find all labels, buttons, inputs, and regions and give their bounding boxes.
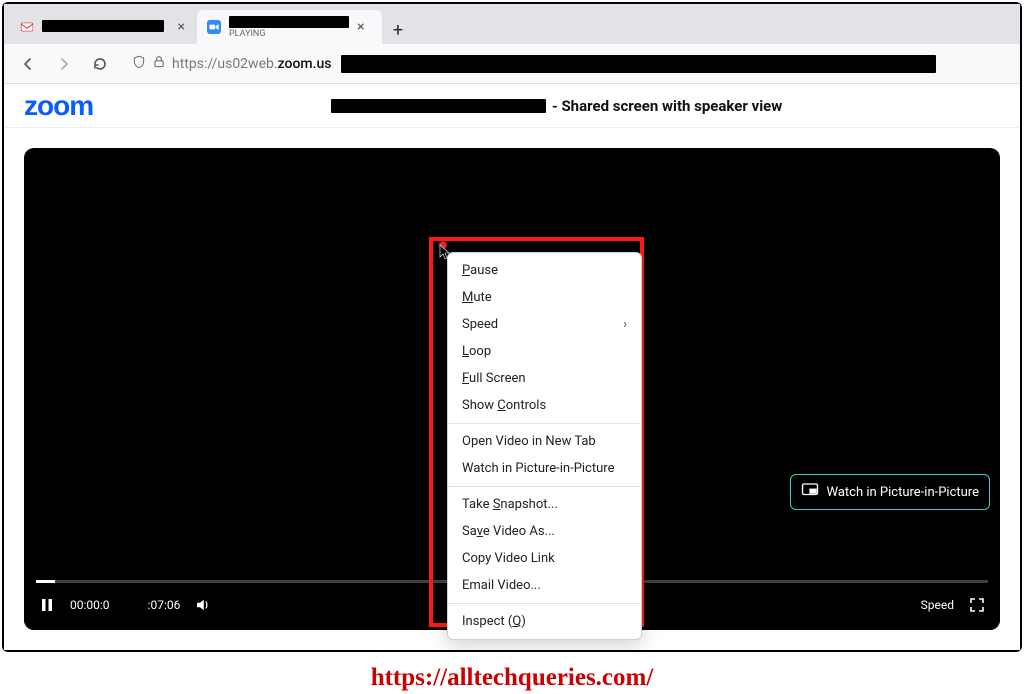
browser-frame: × PLAYING × + https://us02web.zoom.us [2, 2, 1022, 652]
tab-2-label: PLAYING [229, 16, 349, 39]
context-menu-item-inspect-q[interactable]: Inspect (Q) [448, 608, 641, 635]
context-menu-item-watch-in-picture-in-picture[interactable]: Watch in Picture-in-Picture [448, 455, 641, 482]
context-menu-item-save-video-as[interactable]: Save Video As... [448, 518, 641, 545]
tab-2-sublabel: PLAYING [229, 29, 349, 39]
pip-chip[interactable]: Watch in Picture-in-Picture [790, 474, 990, 510]
context-menu-item-show-controls[interactable]: Show Controls [448, 392, 641, 419]
tab-1-label [42, 20, 170, 35]
pause-button[interactable] [36, 594, 58, 616]
zoom-logo: zoom [24, 90, 93, 122]
page-title-suffix: - Shared screen with speaker view [552, 97, 782, 115]
redacted-text [111, 599, 125, 609]
speed-button[interactable]: Speed [921, 598, 954, 612]
tab-strip: × PLAYING × + [4, 4, 1020, 44]
watermark: https://alltechqueries.com/ [371, 664, 654, 692]
context-menu-item-copy-video-link[interactable]: Copy Video Link [448, 545, 641, 572]
redacted-text [139, 599, 147, 609]
context-menu-item-email-video[interactable]: Email Video... [448, 572, 641, 599]
current-time: 00:00:0 [70, 598, 126, 612]
context-menu-item-pause[interactable]: Pause [448, 257, 641, 284]
redacted-text [42, 20, 164, 32]
video-context-menu: PauseMuteSpeed›LoopFull ScreenShow Contr… [447, 252, 642, 640]
pip-label: Watch in Picture-in-Picture [827, 485, 979, 500]
total-time: :07:06 [138, 598, 181, 612]
close-icon[interactable]: × [178, 20, 185, 34]
address-bar: https://us02web.zoom.us [4, 44, 1020, 84]
redacted-text [229, 16, 349, 28]
url-input[interactable]: https://us02web.zoom.us [124, 50, 1008, 78]
page-header: zoom - Shared screen with speaker view [4, 84, 1020, 128]
back-button[interactable] [16, 52, 40, 76]
gmail-icon [20, 20, 34, 34]
context-menu-item-full-screen[interactable]: Full Screen [448, 365, 641, 392]
page-content: zoom - Shared screen with speaker view W… [4, 84, 1020, 650]
context-menu-item-speed[interactable]: Speed› [448, 311, 641, 338]
reload-button[interactable] [88, 52, 112, 76]
url-text: https://us02web.zoom.us [172, 56, 331, 72]
redacted-text [331, 99, 546, 113]
shield-icon [132, 54, 146, 73]
lock-icon [152, 54, 166, 73]
pip-icon [801, 481, 819, 503]
forward-button[interactable] [52, 52, 76, 76]
browser-tab-1[interactable]: × [10, 10, 195, 44]
context-menu-item-take-snapshot[interactable]: Take Snapshot... [448, 491, 641, 518]
zoom-icon [207, 20, 221, 34]
close-icon[interactable]: × [357, 20, 364, 34]
page-title: - Shared screen with speaker view [113, 97, 1000, 115]
redacted-text [341, 55, 936, 73]
context-menu-item-loop[interactable]: Loop [448, 338, 641, 365]
context-menu-item-mute[interactable]: Mute [448, 284, 641, 311]
chevron-right-icon: › [623, 317, 627, 332]
browser-tab-2[interactable]: PLAYING × [197, 10, 382, 44]
new-tab-button[interactable]: + [384, 16, 412, 44]
volume-button[interactable] [192, 594, 214, 616]
fullscreen-button[interactable] [966, 594, 988, 616]
context-menu-item-open-video-in-new-tab[interactable]: Open Video in New Tab [448, 428, 641, 455]
video-area: Watch in Picture-in-Picture 00:00:0 :07:… [4, 128, 1020, 650]
timeline-progress [36, 580, 55, 583]
